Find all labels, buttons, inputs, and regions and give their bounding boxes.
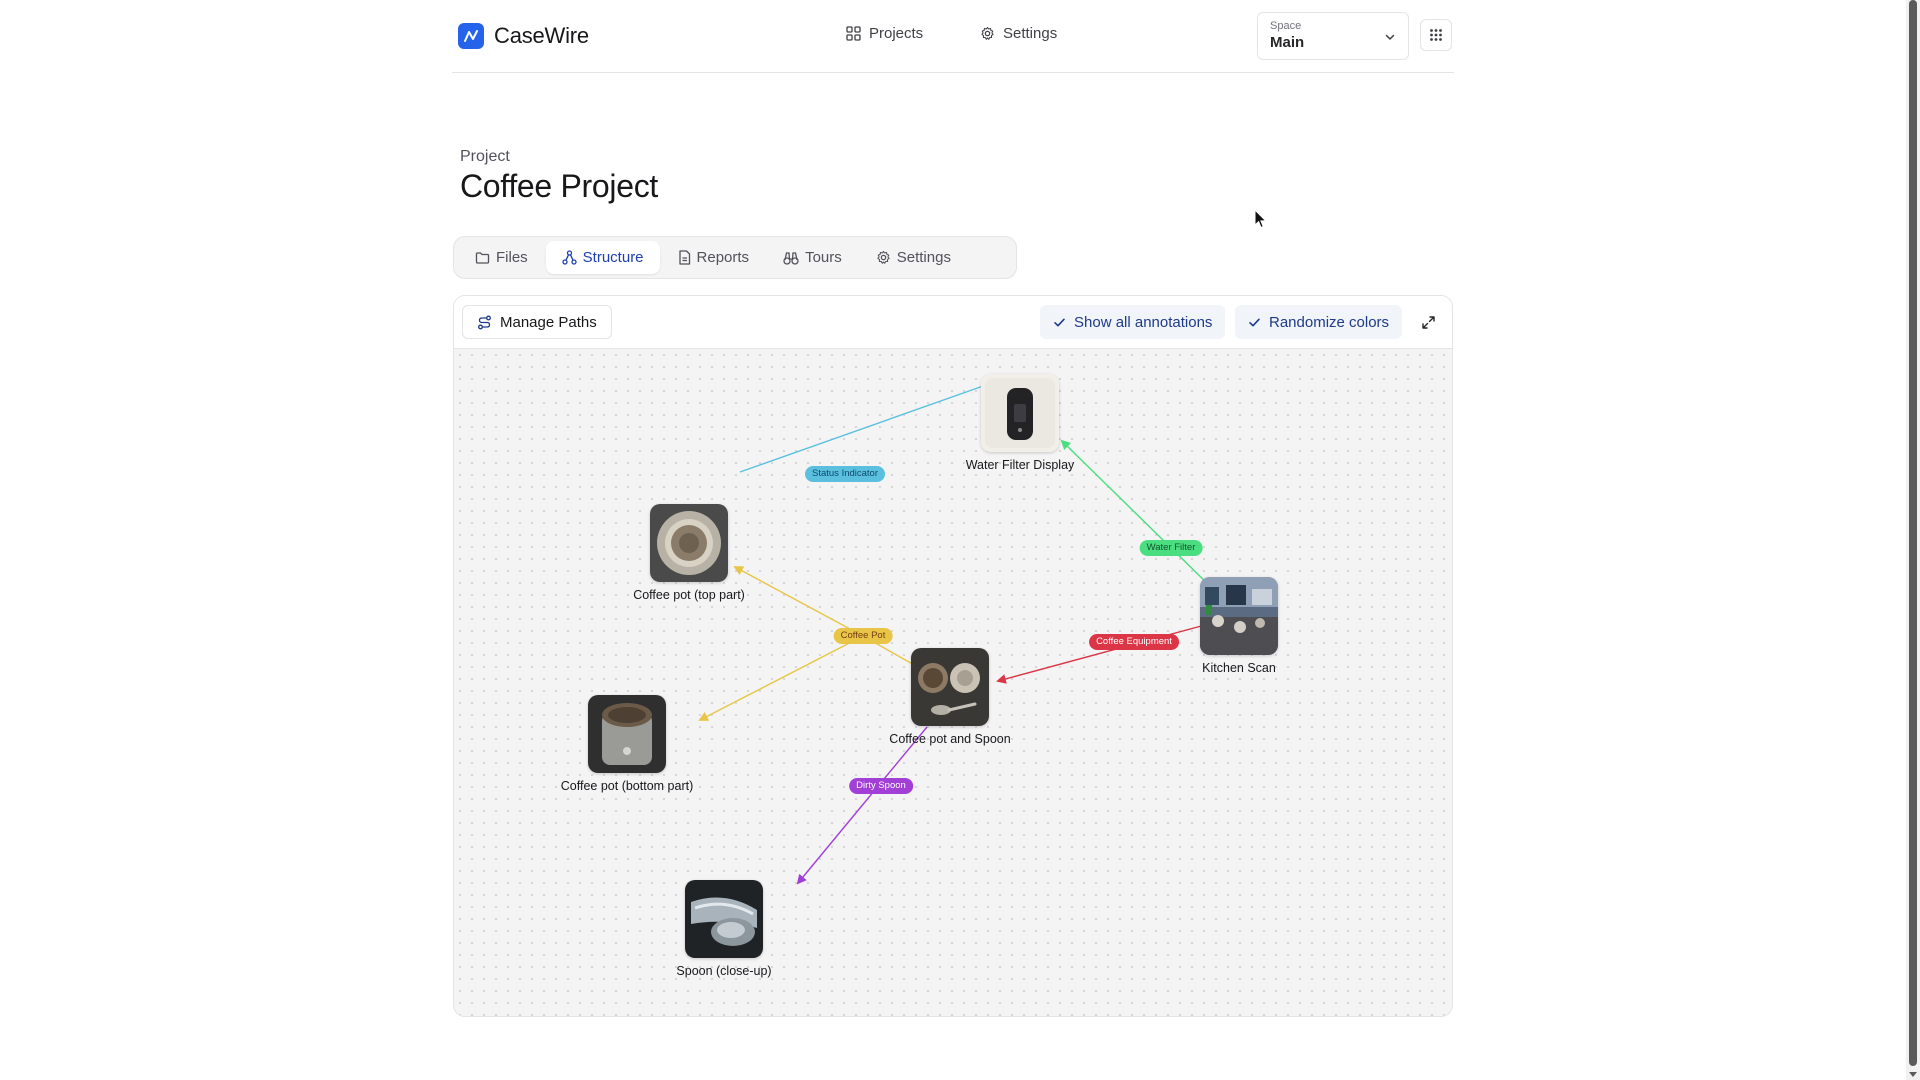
tab-files[interactable]: Files <box>459 241 544 274</box>
manage-paths-button[interactable]: Manage Paths <box>462 305 612 339</box>
node-label: Coffee pot and Spoon <box>889 732 1011 746</box>
randomize-colors-label: Randomize colors <box>1269 313 1390 331</box>
tab-reports-label: Reports <box>696 249 750 266</box>
graph-canvas[interactable]: Status Indicator Water Filter Coffee Pot… <box>454 349 1452 1016</box>
casewire-logo-icon <box>458 23 484 49</box>
space-value: Main <box>1270 34 1305 51</box>
chevron-down-icon <box>1385 34 1395 41</box>
space-caption: Space <box>1270 20 1302 32</box>
graph-toolbar: Manage Paths Show all annotations Random… <box>454 296 1452 349</box>
node-coffee-pot-bottom[interactable]: Coffee pot (bottom part) <box>561 695 693 793</box>
show-annotations-label: Show all annotations <box>1074 313 1213 331</box>
scroll-down-arrow-icon[interactable] <box>1909 1072 1917 1077</box>
randomize-colors-toggle[interactable]: Randomize colors <box>1235 305 1403 339</box>
structure-panel: Manage Paths Show all annotations Random… <box>453 295 1453 1017</box>
node-thumbnail <box>650 504 728 582</box>
tab-reports[interactable]: Reports <box>662 241 766 274</box>
tab-files-label: Files <box>496 249 528 266</box>
apps-menu-button[interactable] <box>1420 19 1452 51</box>
binoculars-icon <box>783 251 799 265</box>
edge-tag-dirty-spoon[interactable]: Dirty Spoon <box>849 778 913 794</box>
check-icon <box>1249 318 1260 326</box>
node-spoon-close-up[interactable]: Spoon (close-up) <box>676 880 772 978</box>
manage-paths-label: Manage Paths <box>500 313 597 331</box>
node-thumbnail <box>1200 577 1278 655</box>
edge-tag-coffee-pot[interactable]: Coffee Pot <box>833 628 893 644</box>
report-icon <box>678 250 690 265</box>
node-label: Water Filter Display <box>965 458 1075 472</box>
gear-icon <box>981 26 994 40</box>
nav-settings[interactable]: Settings <box>980 25 1057 42</box>
app-logo[interactable]: CaseWire <box>458 23 589 49</box>
tab-settings[interactable]: Settings <box>860 241 967 274</box>
tab-structure-label: Structure <box>582 249 644 266</box>
page-scrollbar[interactable] <box>1906 0 1920 1080</box>
node-thumbnail <box>981 374 1059 452</box>
gear-icon <box>877 250 890 264</box>
nav-projects[interactable]: Projects <box>846 25 923 42</box>
folder-icon <box>475 251 490 264</box>
node-label: Spoon (close-up) <box>676 964 772 978</box>
edge-tag-coffee-equipment[interactable]: Coffee Equipment <box>1089 634 1179 650</box>
node-label: Kitchen Scan <box>1202 661 1276 675</box>
space-select[interactable]: Space Main <box>1257 12 1409 60</box>
node-coffee-pot-top[interactable]: Coffee pot (top part) <box>633 504 745 602</box>
node-thumbnail <box>588 695 666 773</box>
tab-settings-label: Settings <box>896 249 951 266</box>
expand-icon <box>1421 315 1435 329</box>
mouse-cursor-icon <box>1254 209 1267 229</box>
nav-projects-label: Projects <box>869 25 924 42</box>
tab-structure[interactable]: Structure <box>545 241 660 274</box>
node-kitchen-scan[interactable]: Kitchen Scan <box>1199 577 1279 675</box>
fullscreen-button[interactable] <box>1418 312 1438 332</box>
apps-grid-icon <box>1430 29 1442 41</box>
edge-dirty-spoon[interactable] <box>796 726 928 885</box>
structure-icon <box>562 250 577 265</box>
edge-coffee-pot-bottom[interactable] <box>698 635 864 721</box>
route-icon <box>478 315 491 329</box>
tab-tours-label: Tours <box>805 249 842 266</box>
top-navbar: CaseWire Projects Settings Space Main <box>452 0 1454 73</box>
show-annotations-toggle[interactable]: Show all annotations <box>1040 305 1226 339</box>
breadcrumb: Project <box>460 148 510 165</box>
node-thumbnail <box>911 648 989 726</box>
check-icon <box>1054 318 1065 326</box>
project-tabs: Files Structure Reports Tours Settings <box>453 236 1017 279</box>
node-label: Coffee pot (bottom part) <box>560 779 694 793</box>
edge-status-indicator[interactable] <box>739 384 987 473</box>
nav-settings-label: Settings <box>1003 25 1058 42</box>
page-title: Coffee Project <box>460 168 658 204</box>
grid-icon <box>846 26 861 41</box>
edge-tag-status-indicator[interactable]: Status Indicator <box>804 466 886 482</box>
node-label: Coffee pot (top part) <box>633 588 745 602</box>
edge-coffee-pot-top[interactable] <box>733 566 864 637</box>
app-name: CaseWire <box>494 23 589 48</box>
scrollbar-thumb[interactable] <box>1909 0 1917 1066</box>
node-coffee-pot-and-spoon[interactable]: Coffee pot and Spoon <box>889 648 1011 746</box>
node-thumbnail <box>685 880 763 958</box>
edge-tag-water-filter[interactable]: Water Filter <box>1139 540 1203 556</box>
tab-tours[interactable]: Tours <box>767 241 858 274</box>
node-water-filter-display[interactable]: Water Filter Display <box>966 374 1074 472</box>
app-page: CaseWire Projects Settings Space Main Pr… <box>0 0 1920 1080</box>
edge-water-filter[interactable] <box>1060 439 1214 590</box>
